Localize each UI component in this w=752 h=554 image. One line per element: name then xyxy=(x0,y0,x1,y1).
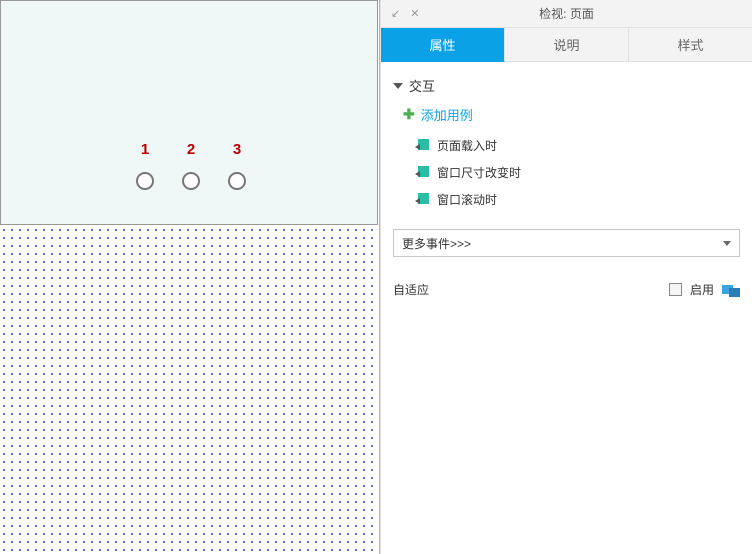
radio-button[interactable] xyxy=(182,172,200,190)
event-page-load[interactable]: 页面载入时 xyxy=(415,132,752,159)
more-events-dropdown[interactable]: 更多事件>>> xyxy=(393,229,740,257)
adaptive-settings-icon[interactable] xyxy=(722,283,740,297)
radio-button[interactable] xyxy=(228,172,246,190)
event-icon xyxy=(415,166,429,180)
tab-bar: 属性 说明 样式 xyxy=(381,28,752,62)
event-list: 页面载入时 窗口尺寸改变时 窗口滚动时 xyxy=(381,130,752,223)
add-case-button[interactable]: ✚ 添加用例 xyxy=(381,99,752,130)
collapse-icon[interactable]: ↙ xyxy=(391,7,400,20)
panel-title: 检视: 页面 xyxy=(539,5,594,22)
adaptive-enable-label: 启用 xyxy=(690,281,714,298)
radio-button[interactable] xyxy=(136,172,154,190)
radio-item: 2 xyxy=(182,141,200,190)
event-label: 窗口滚动时 xyxy=(437,191,497,208)
panel-header: ↙ ✕ 检视: 页面 xyxy=(381,0,752,28)
more-events-label: 更多事件>>> xyxy=(402,235,471,252)
chevron-down-icon xyxy=(393,83,403,89)
radio-item: 3 xyxy=(228,141,246,190)
adaptive-enable-checkbox[interactable] xyxy=(669,283,682,296)
event-window-scroll[interactable]: 窗口滚动时 xyxy=(415,186,752,213)
inspector-panel: ↙ ✕ 检视: 页面 属性 说明 样式 交互 ✚ 添加用例 页面载入时 xyxy=(380,0,752,554)
radio-group: 1 2 3 xyxy=(136,141,246,190)
section-label: 交互 xyxy=(409,76,435,95)
event-icon xyxy=(415,193,429,207)
adaptive-row: 自适应 启用 xyxy=(381,281,752,298)
add-case-label: 添加用例 xyxy=(421,105,473,124)
canvas-grid xyxy=(0,226,379,554)
adaptive-label: 自适应 xyxy=(393,281,429,298)
close-icon[interactable]: ✕ xyxy=(410,7,419,20)
tab-properties[interactable]: 属性 xyxy=(381,28,505,62)
canvas-frame[interactable]: 1 2 3 xyxy=(0,0,378,225)
chevron-down-icon xyxy=(723,241,731,246)
radio-label: 2 xyxy=(187,141,195,158)
event-icon xyxy=(415,139,429,153)
radio-item: 1 xyxy=(136,141,154,190)
radio-label: 3 xyxy=(233,141,241,158)
event-label: 页面载入时 xyxy=(437,137,497,154)
section-interactions[interactable]: 交互 xyxy=(381,72,752,99)
plus-icon: ✚ xyxy=(403,106,415,123)
tab-style[interactable]: 样式 xyxy=(629,28,752,62)
radio-label: 1 xyxy=(141,141,149,158)
event-window-resize[interactable]: 窗口尺寸改变时 xyxy=(415,159,752,186)
design-canvas[interactable]: 1 2 3 xyxy=(0,0,380,554)
tab-notes[interactable]: 说明 xyxy=(505,28,629,62)
panel-body: 交互 ✚ 添加用例 页面载入时 窗口尺寸改变时 xyxy=(381,62,752,554)
event-label: 窗口尺寸改变时 xyxy=(437,164,521,181)
